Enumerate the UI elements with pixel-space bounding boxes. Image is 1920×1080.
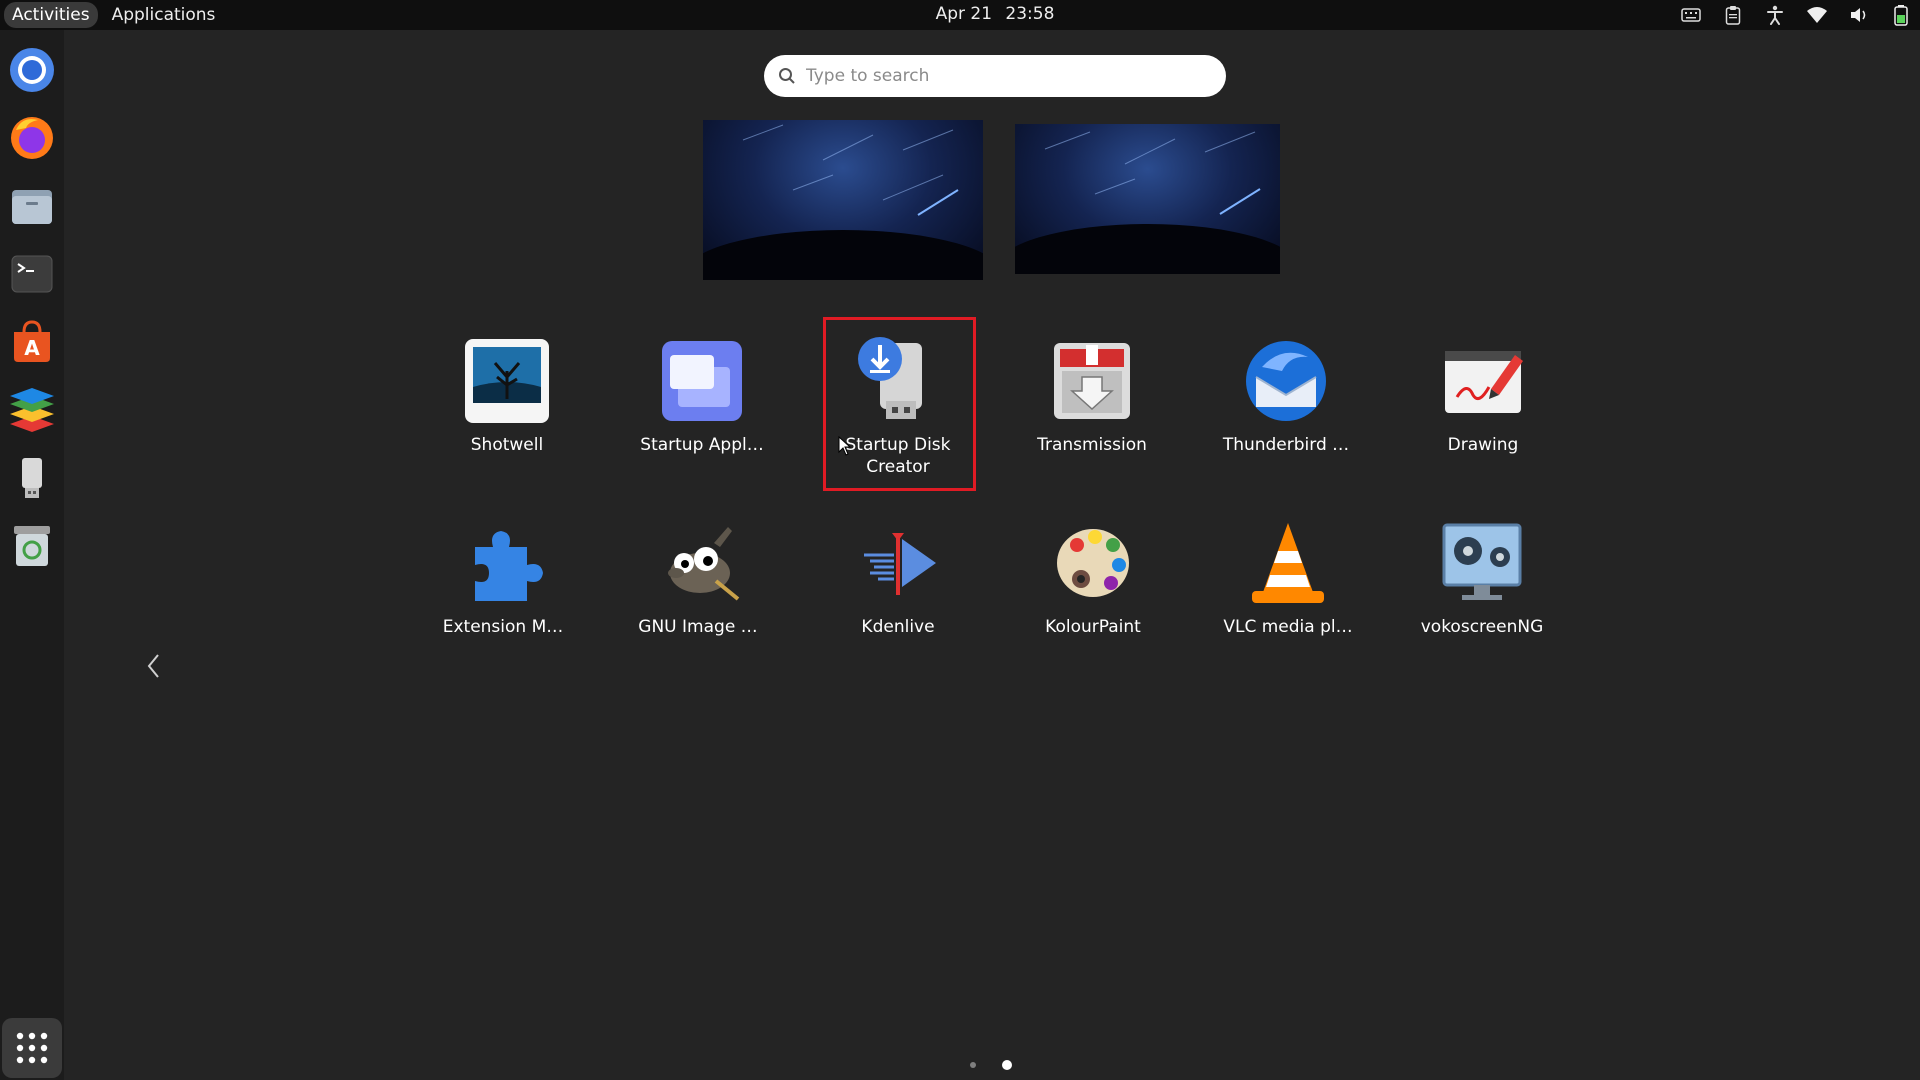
app-label: Drawing xyxy=(1447,435,1519,455)
app-label: Extension M… xyxy=(442,617,564,637)
firefox-icon xyxy=(11,117,53,159)
dock-item-chromium[interactable] xyxy=(6,44,58,96)
files-icon xyxy=(12,190,52,224)
dock-item-terminal[interactable] xyxy=(6,248,58,300)
app-label: Shotwell xyxy=(470,435,544,455)
clock-time: 23:58 xyxy=(1005,4,1055,24)
mouse-cursor-icon xyxy=(838,436,852,456)
app-vlc[interactable]: VLC media pl… xyxy=(1203,512,1373,672)
app-label: vokoscreenNG xyxy=(1420,617,1544,637)
usb-drive-icon xyxy=(22,458,42,498)
system-tray[interactable] xyxy=(1680,0,1912,30)
transmission-icon xyxy=(1047,336,1137,426)
clock-date: Apr 21 xyxy=(935,4,993,24)
kolourpaint-icon xyxy=(1048,518,1138,608)
app-center-icon: A xyxy=(14,320,50,362)
selection-highlight xyxy=(823,317,976,491)
app-shotwell[interactable]: Shotwell xyxy=(422,330,592,490)
chromium-icon xyxy=(10,48,54,92)
layers-icon xyxy=(10,388,54,432)
app-label: Kdenlive xyxy=(861,617,935,637)
clock[interactable]: Apr 21 23:58 xyxy=(0,4,1920,24)
keyboard-icon[interactable] xyxy=(1680,4,1702,26)
accessibility-icon[interactable] xyxy=(1764,4,1786,26)
startup-applications-icon xyxy=(657,336,747,426)
grid-icon xyxy=(16,1032,48,1064)
dock-item-files[interactable] xyxy=(6,180,58,232)
svg-text:A: A xyxy=(24,336,40,360)
page-dot-2-active[interactable] xyxy=(1002,1060,1012,1070)
thunderbird-icon xyxy=(1241,336,1331,426)
extension-manager-icon xyxy=(458,518,548,608)
volume-icon[interactable] xyxy=(1848,4,1870,26)
dock-item-firefox[interactable] xyxy=(6,112,58,164)
app-kolourpaint[interactable]: KolourPaint xyxy=(1008,512,1178,672)
app-label: Thunderbird … xyxy=(1222,435,1350,455)
dock: A xyxy=(0,30,64,1080)
shotwell-icon xyxy=(462,336,552,426)
terminal-icon xyxy=(11,255,53,293)
gimp-icon xyxy=(653,518,743,608)
dock-item-usb-drive[interactable] xyxy=(6,452,58,504)
app-kdenlive[interactable]: Kdenlive xyxy=(813,512,983,672)
top-bar: Activities Applications Apr 21 23:58 xyxy=(0,0,1920,30)
wifi-icon[interactable] xyxy=(1806,4,1828,26)
dock-item-app-center[interactable]: A xyxy=(6,316,58,368)
drawing-icon xyxy=(1438,336,1528,426)
app-startup-applications[interactable]: Startup Appl… xyxy=(617,330,787,490)
clipboard-icon[interactable] xyxy=(1722,4,1744,26)
vokoscreen-icon xyxy=(1437,518,1527,608)
battery-icon[interactable] xyxy=(1890,4,1912,26)
app-transmission[interactable]: Transmission xyxy=(1007,330,1177,490)
app-vokoscreenng[interactable]: vokoscreenNG xyxy=(1397,512,1567,672)
search-icon xyxy=(779,68,795,84)
app-label: Transmission xyxy=(1037,435,1147,455)
app-label: VLC media pl… xyxy=(1223,617,1353,637)
vlc-icon xyxy=(1243,518,1333,608)
search-bar[interactable] xyxy=(764,55,1226,97)
app-label: GNU Image … xyxy=(638,617,758,637)
dock-item-layers[interactable] xyxy=(6,384,58,436)
page-indicator xyxy=(970,1060,1012,1070)
kdenlive-icon xyxy=(853,518,943,608)
app-label: Startup Appl… xyxy=(640,435,764,455)
page-dot-1[interactable] xyxy=(970,1062,976,1068)
app-thunderbird[interactable]: Thunderbird … xyxy=(1201,330,1371,490)
search-input[interactable] xyxy=(806,66,1186,86)
show-apps-button[interactable] xyxy=(2,1018,62,1078)
dock-item-trash[interactable] xyxy=(6,520,58,572)
app-gimp[interactable]: GNU Image … xyxy=(613,512,783,672)
trash-icon xyxy=(14,526,50,566)
app-extension-manager[interactable]: Extension M… xyxy=(418,512,588,672)
workspace-thumbnail-2[interactable] xyxy=(1015,124,1280,274)
previous-page-arrow-icon[interactable] xyxy=(146,652,160,687)
app-label: KolourPaint xyxy=(1045,617,1141,637)
app-drawing[interactable]: Drawing xyxy=(1398,330,1568,490)
workspace-thumbnail-1[interactable] xyxy=(703,120,983,280)
